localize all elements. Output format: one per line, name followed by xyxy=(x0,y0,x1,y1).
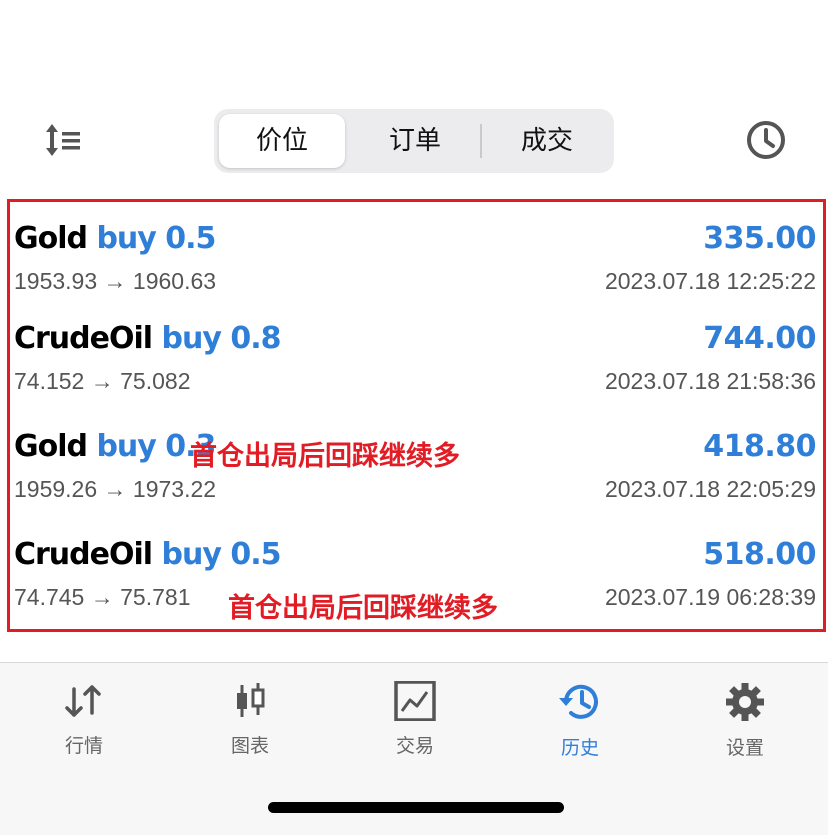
tab-label: 行情 xyxy=(64,735,103,757)
segmented-control: 价位 订单 成交 xyxy=(214,109,614,173)
tab-trade[interactable]: 交易 xyxy=(355,681,475,771)
sort-list-icon[interactable] xyxy=(42,120,84,160)
tab-chart[interactable]: 图表 xyxy=(190,681,310,771)
segment-divider xyxy=(480,124,482,158)
tab-label: 设置 xyxy=(725,737,764,759)
candlestick-icon xyxy=(237,683,265,717)
clock-icon[interactable] xyxy=(744,118,788,162)
segment-deals[interactable]: 成交 xyxy=(484,114,610,168)
quotes-arrows-icon xyxy=(65,685,101,717)
home-indicator[interactable] xyxy=(268,802,564,813)
tab-quotes[interactable]: 行情 xyxy=(24,681,144,771)
segment-orders[interactable]: 订单 xyxy=(352,114,478,168)
tab-history[interactable]: 历史 xyxy=(520,681,640,771)
annotation-highlight-box xyxy=(7,199,826,632)
tab-settings[interactable]: 设置 xyxy=(685,681,805,771)
tab-label: 交易 xyxy=(395,735,434,757)
trade-chart-icon xyxy=(394,681,436,721)
gear-icon xyxy=(726,683,764,721)
segment-price[interactable]: 价位 xyxy=(219,114,345,168)
history-icon xyxy=(559,684,598,719)
top-bar: 价位 订单 成交 xyxy=(0,100,828,180)
tab-label: 图表 xyxy=(230,735,269,757)
tab-label: 历史 xyxy=(560,737,599,759)
